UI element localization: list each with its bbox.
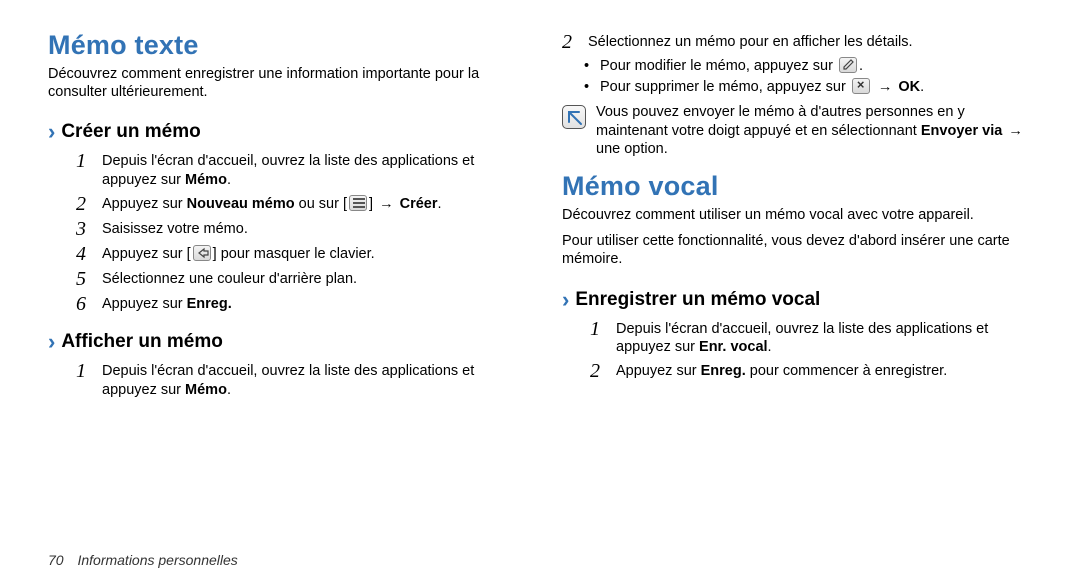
step-body: Depuis l'écran d'accueil, ouvrez la list…	[102, 151, 518, 190]
intro-text: Pour utiliser cette fonctionnalité, vous…	[562, 232, 1032, 268]
bullet-body: Pour modifier le mémo, appuyez sur .	[600, 57, 1032, 76]
section-title-memo-texte: Mémo texte	[48, 30, 518, 61]
step-body: Sélectionnez un mémo pour en afficher le…	[588, 32, 1032, 52]
page-number: 70	[48, 552, 64, 568]
step-bold: Enreg.	[187, 296, 232, 312]
bullet-bold: OK	[898, 79, 920, 95]
footer-section-label: Informations personnelles	[77, 552, 237, 568]
step-body: Appuyez sur [ ] pour masquer le clavier.	[102, 244, 518, 264]
note-block: Vous pouvez envoyer le mémo à d'autres p…	[562, 103, 1032, 160]
step-text: .	[227, 172, 231, 188]
step-number: 2	[76, 194, 98, 215]
step-number: 6	[76, 294, 98, 315]
step-text: Appuyez sur	[102, 296, 187, 312]
step-row: 1 Depuis l'écran d'accueil, ouvrez la li…	[590, 319, 1032, 358]
step-text: Appuyez sur	[102, 196, 187, 212]
subsection-creer-memo: › Créer un mémo	[48, 119, 518, 145]
note-info-icon	[562, 105, 586, 129]
page-footer: 70 Informations personnelles	[48, 552, 238, 568]
step-number: 3	[76, 219, 98, 240]
bullet-text: Pour supprimer le mémo, appuyez sur	[600, 79, 850, 95]
step-body: Appuyez sur Enreg.	[102, 294, 518, 314]
step-body: Saisissez votre mémo.	[102, 219, 518, 239]
step-number: 1	[590, 319, 612, 340]
step-body: Depuis l'écran d'accueil, ouvrez la list…	[102, 361, 518, 400]
chevron-icon: ›	[48, 119, 55, 145]
bullet-dot: •	[584, 57, 600, 76]
step-row: 5 Sélectionnez une couleur d'arrière pla…	[76, 269, 518, 290]
step-bold: Créer	[400, 196, 438, 212]
bullet-row: • Pour supprimer le mémo, appuyez sur → …	[584, 78, 1032, 97]
bullet-body: Pour supprimer le mémo, appuyez sur → OK…	[600, 78, 1032, 97]
back-icon	[193, 245, 211, 261]
step-row: 2 Appuyez sur Nouveau mémo ou sur [] → C…	[76, 194, 518, 215]
menu-icon	[349, 195, 367, 211]
arrow-icon: →	[876, 79, 895, 95]
step-text: Depuis l'écran d'accueil, ouvrez la list…	[616, 321, 988, 356]
bullet-row: • Pour modifier le mémo, appuyez sur .	[584, 57, 1032, 76]
step-bold: Mémo	[185, 382, 227, 398]
step-row: 3 Saisissez votre mémo.	[76, 219, 518, 240]
step-text: .	[768, 339, 772, 355]
step-number: 5	[76, 269, 98, 290]
close-icon	[852, 78, 870, 94]
arrow-icon: →	[1006, 123, 1025, 139]
page-columns: Mémo texte Découvrez comment enregistrer…	[48, 30, 1032, 404]
intro-text: Découvrez comment enregistrer une inform…	[48, 65, 518, 101]
step-bold: Nouveau mémo	[187, 196, 295, 212]
step-body: Depuis l'écran d'accueil, ouvrez la list…	[616, 319, 1032, 358]
step-row: 6 Appuyez sur Enreg.	[76, 294, 518, 315]
step-text: Depuis l'écran d'accueil, ouvrez la list…	[102, 153, 474, 188]
note-body: Vous pouvez envoyer le mémo à d'autres p…	[596, 103, 1032, 160]
step-body: Appuyez sur Enreg. pour commencer à enre…	[616, 361, 1032, 381]
step-number: 1	[76, 361, 98, 382]
subsection-enregistrer-vocal: › Enregistrer un mémo vocal	[562, 287, 1032, 313]
step-bold: Enreg.	[701, 363, 746, 379]
step-text: Appuyez sur [	[102, 246, 191, 262]
note-bold: Envoyer via	[921, 123, 1002, 139]
step-text: pour commencer à enregistrer.	[746, 363, 947, 379]
step-text: ou sur [	[295, 196, 347, 212]
pencil-icon	[839, 57, 857, 73]
step-number: 1	[76, 151, 98, 172]
step-row: 2 Sélectionnez un mémo pour en afficher …	[562, 32, 1032, 53]
step-body: Sélectionnez une couleur d'arrière plan.	[102, 269, 518, 289]
bullet-text: .	[920, 79, 924, 95]
chevron-icon: ›	[562, 287, 569, 313]
note-text: une option.	[596, 141, 668, 157]
right-column: 2 Sélectionnez un mémo pour en afficher …	[562, 30, 1032, 404]
section-title-memo-vocal: Mémo vocal	[562, 171, 1032, 202]
bullet-text: .	[859, 58, 863, 74]
left-column: Mémo texte Découvrez comment enregistrer…	[48, 30, 518, 404]
bullet-text: Pour modifier le mémo, appuyez sur	[600, 58, 837, 74]
step-number: 2	[590, 361, 612, 382]
subsection-title-label: Créer un mémo	[61, 121, 200, 143]
step-text: Appuyez sur	[616, 363, 701, 379]
subsection-title-label: Enregistrer un mémo vocal	[575, 289, 820, 311]
step-row: 1 Depuis l'écran d'accueil, ouvrez la li…	[76, 151, 518, 190]
step-bold: Mémo	[185, 172, 227, 188]
step-text: ]	[369, 196, 377, 212]
step-text: Depuis l'écran d'accueil, ouvrez la list…	[102, 363, 474, 398]
step-body: Appuyez sur Nouveau mémo ou sur [] → Cré…	[102, 194, 518, 214]
arrow-icon: →	[377, 196, 396, 212]
step-bold: Enr. vocal	[699, 339, 768, 355]
bullet-dot: •	[584, 78, 600, 97]
note-icon-wrap	[562, 103, 596, 135]
note-text: Vous pouvez envoyer le mémo à d'autres p…	[596, 104, 965, 139]
intro-text: Découvrez comment utiliser un mémo vocal…	[562, 206, 1032, 224]
step-number: 2	[562, 32, 584, 53]
step-row: 1 Depuis l'écran d'accueil, ouvrez la li…	[76, 361, 518, 400]
step-text: .	[438, 196, 442, 212]
step-row: 2 Appuyez sur Enreg. pour commencer à en…	[590, 361, 1032, 382]
step-row: 4 Appuyez sur [ ] pour masquer le clavier…	[76, 244, 518, 265]
step-text: ] pour masquer le clavier.	[213, 246, 375, 262]
step-text: .	[227, 382, 231, 398]
step-number: 4	[76, 244, 98, 265]
chevron-icon: ›	[48, 329, 55, 355]
subsection-afficher-memo: › Afficher un mémo	[48, 329, 518, 355]
subsection-title-label: Afficher un mémo	[61, 331, 223, 353]
